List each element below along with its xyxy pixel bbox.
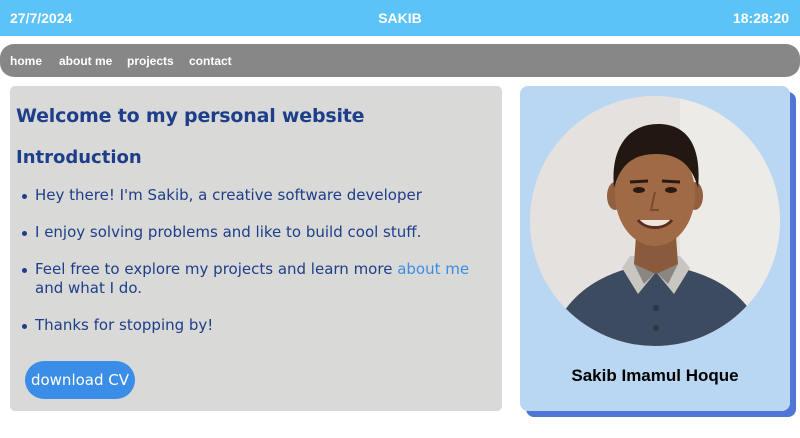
bullet-dot <box>22 268 27 273</box>
profile-photo <box>530 96 780 346</box>
nav-link-home[interactable]: home <box>10 54 42 68</box>
list-item-text: Feel free to explore my projects and lea… <box>35 260 398 278</box>
list-item-text: I enjoy solving problems and like to bui… <box>35 223 422 241</box>
site-title: SAKIB <box>378 10 422 26</box>
bullet-dot <box>22 324 27 329</box>
bullet-dot <box>22 194 27 199</box>
time-display: 18:28:20 <box>732 10 789 26</box>
nav-bar: home about me projects contact <box>0 44 800 77</box>
list-item: Thanks for stopping by! <box>22 316 497 335</box>
profile-name: Sakib Imamul Hoque <box>571 366 739 385</box>
list-item-text: Thanks for stopping by! <box>35 316 214 334</box>
nav-link-projects[interactable]: projects <box>127 54 174 68</box>
welcome-heading: Welcome to my personal website <box>16 105 365 127</box>
list-item: I enjoy solving problems and like to bui… <box>22 223 497 242</box>
bullet-dot <box>22 231 27 236</box>
list-item-text: and what I do. <box>35 279 142 297</box>
profile-card: Sakib Imamul Hoque <box>520 86 790 411</box>
download-cv-button[interactable]: download CV <box>25 361 135 399</box>
top-bar: 27/7/2024 SAKIB 18:28:20 <box>0 0 800 36</box>
intro-list: Hey there! I'm Sakib, a creative softwar… <box>22 186 497 353</box>
list-item: Feel free to explore my projects and lea… <box>22 260 497 298</box>
about-me-link[interactable]: about me <box>397 260 469 278</box>
profile-photo-illustration <box>530 96 780 346</box>
list-item-text: Hey there! I'm Sakib, a creative softwar… <box>35 186 422 204</box>
list-item: Hey there! I'm Sakib, a creative softwar… <box>22 186 497 205</box>
nav-link-about-me[interactable]: about me <box>59 54 112 68</box>
introduction-heading: Introduction <box>16 147 142 168</box>
intro-card: Welcome to my personal website Introduct… <box>10 86 502 411</box>
nav-link-contact[interactable]: contact <box>189 54 232 68</box>
